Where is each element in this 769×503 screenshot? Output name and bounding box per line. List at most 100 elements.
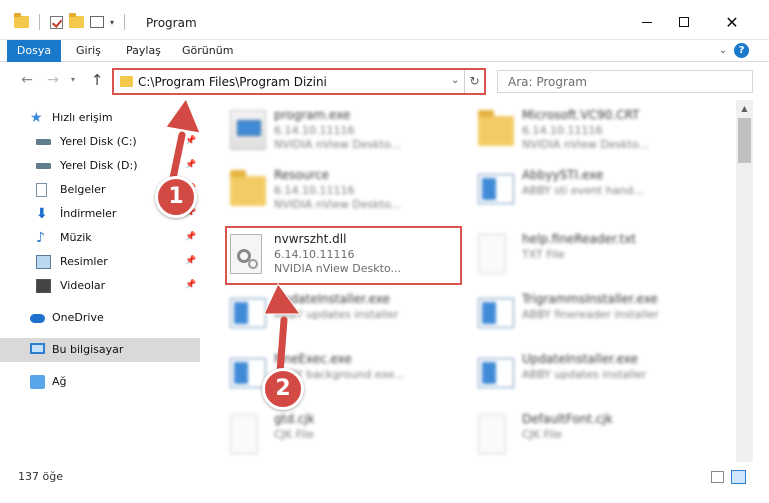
file-detail: ABBY finereader installer xyxy=(522,308,659,321)
sidebar-item-network[interactable]: Ağ xyxy=(0,370,200,394)
title-bar: ▾ Program ✕ xyxy=(0,0,769,40)
file-icon xyxy=(230,414,258,454)
up-button[interactable]: ↑ xyxy=(88,70,106,90)
computer-icon xyxy=(30,343,45,354)
file-detail: 6.14.10.11116 xyxy=(274,184,355,197)
search-placeholder: Ara: Program xyxy=(508,75,587,89)
scroll-thumb[interactable] xyxy=(738,118,751,163)
sidebar-item-label: Hızlı erişim xyxy=(52,111,113,124)
status-bar: 137 öğe xyxy=(0,466,769,488)
pin-icon[interactable]: 📌 xyxy=(185,232,196,242)
sidebar-item-label: Resimler xyxy=(60,255,108,268)
file-detail: CJK File xyxy=(274,428,315,441)
tab-view[interactable]: Görünüm xyxy=(172,40,243,62)
documents-icon xyxy=(36,183,47,197)
file-item[interactable]: UpdateInstaller.exe ABBY updates install… xyxy=(222,284,462,340)
scroll-up-icon[interactable]: ▲ xyxy=(736,100,753,117)
sidebar-item-label: Belgeler xyxy=(60,183,106,196)
file-item[interactable]: AbbyySTI.exe ABBY sti event hand... xyxy=(470,160,710,216)
file-name: program.exe xyxy=(274,108,351,122)
window-title: Program xyxy=(146,16,197,30)
file-detail: 6.14.10.11116 xyxy=(522,124,603,137)
file-item[interactable]: DefaultFont.cjk CJK File xyxy=(470,404,710,460)
navigation-bar: ← → ▾ ↑ C:\Program Files\Program Dizini … xyxy=(0,62,769,100)
search-input[interactable]: Ara: Program xyxy=(497,70,753,93)
app-window-icon xyxy=(478,358,514,388)
file-item[interactable]: help.fineReader.txt TXT File xyxy=(470,224,710,280)
music-icon: ♪ xyxy=(36,230,45,246)
file-detail: NVIDIA nView Deskto... xyxy=(522,138,649,151)
properties-icon[interactable] xyxy=(90,16,104,28)
annotation-step-2-badge: 2 xyxy=(262,368,304,410)
pin-icon[interactable]: 📌 xyxy=(185,256,196,266)
sidebar-item-label: Bu bilgisayar xyxy=(52,343,124,356)
file-item[interactable]: TrigrammsInstaller.exe ABBY finereader i… xyxy=(470,284,710,340)
sidebar-item-label: Yerel Disk (C:) xyxy=(60,135,137,148)
vertical-scrollbar[interactable]: ▲ xyxy=(736,100,753,462)
file-detail: TXT File xyxy=(522,248,565,261)
folder-icon xyxy=(230,170,266,206)
sidebar-item-label: Yerel Disk (D:) xyxy=(60,159,138,172)
sidebar-item-label: OneDrive xyxy=(52,311,104,324)
maximize-button[interactable] xyxy=(670,10,698,34)
folder-icon xyxy=(478,110,514,146)
file-item[interactable]: gtd.cjk CJK File xyxy=(222,404,462,460)
file-name: UpdateInstaller.exe xyxy=(522,352,638,366)
tab-file[interactable]: Dosya xyxy=(7,40,61,62)
address-path[interactable]: C:\Program Files\Program Dizini xyxy=(138,75,327,89)
sidebar-item-label: İndirmeler xyxy=(60,207,117,220)
sidebar-item-label: Videolar xyxy=(60,279,106,292)
drive-icon xyxy=(36,163,51,169)
folder-icon[interactable] xyxy=(14,13,29,28)
sidebar-item-videos[interactable]: Videolar 📌 xyxy=(0,274,200,298)
file-item[interactable]: UpdateInstaller.exe ABBY updates install… xyxy=(470,344,710,400)
sidebar-item-this-pc[interactable]: Bu bilgisayar xyxy=(0,338,200,362)
tab-home[interactable]: Giriş xyxy=(66,40,111,62)
folder-icon xyxy=(120,76,133,87)
quick-access-toolbar: ▾ xyxy=(14,13,129,30)
details-view-icon[interactable] xyxy=(711,471,724,483)
toolbar-divider xyxy=(124,14,126,30)
file-item[interactable]: program.exe 6.14.10.11116 NVIDIA nView D… xyxy=(222,100,462,156)
address-dropdown-icon[interactable]: ⌄ xyxy=(451,75,459,86)
address-bar[interactable]: C:\Program Files\Program Dizini ⌄ ↻ xyxy=(112,68,486,95)
downloads-icon: ⬇ xyxy=(36,206,48,222)
file-name: AbbyySTI.exe xyxy=(522,168,604,182)
minimize-button[interactable] xyxy=(633,10,661,34)
app-window-icon xyxy=(478,174,514,204)
new-folder-icon[interactable] xyxy=(69,13,84,28)
annotation-step-1-badge: 1 xyxy=(155,176,197,218)
ribbon-tabs: Dosya Giriş Paylaş Görünüm ⌄ ? xyxy=(0,40,769,62)
exe-icon xyxy=(230,110,266,150)
back-button[interactable]: ← xyxy=(18,70,36,90)
recent-locations-button[interactable]: ▾ xyxy=(64,70,82,90)
customize-toolbar-caret-icon[interactable]: ▾ xyxy=(110,18,114,27)
star-icon: ★ xyxy=(30,110,43,126)
close-button[interactable]: ✕ xyxy=(718,10,746,34)
file-name: Microsoft.VC90.CRT xyxy=(522,108,640,122)
file-detail: NVIDIA nView Deskto... xyxy=(274,198,401,211)
file-item[interactable]: Microsoft.VC90.CRT 6.14.10.11116 NVIDIA … xyxy=(470,100,710,156)
tiles-view-icon[interactable] xyxy=(731,470,746,484)
tab-share[interactable]: Paylaş xyxy=(116,40,171,62)
cloud-icon xyxy=(30,314,45,323)
properties-check-icon[interactable] xyxy=(50,15,63,29)
refresh-button[interactable]: ↻ xyxy=(464,70,484,93)
sidebar-item-music[interactable]: ♪ Müzik 📌 xyxy=(0,226,200,250)
network-icon xyxy=(30,375,45,389)
expand-ribbon-chevron-icon[interactable]: ⌄ xyxy=(717,44,729,56)
forward-button[interactable]: → xyxy=(44,70,62,90)
help-icon[interactable]: ? xyxy=(734,43,749,58)
file-detail: NVIDIA nView Deskto... xyxy=(274,138,401,151)
pin-icon[interactable]: 📌 xyxy=(185,280,196,290)
sidebar-item-onedrive[interactable]: OneDrive xyxy=(0,306,200,330)
annotation-arrow-up-icon xyxy=(263,283,301,376)
videos-icon xyxy=(36,279,51,293)
file-item[interactable]: FineExec.exe ABBY background exe... xyxy=(222,344,462,400)
item-count: 137 öğe xyxy=(18,470,63,483)
file-detail: CJK File xyxy=(522,428,563,441)
file-name: help.fineReader.txt xyxy=(522,232,636,246)
sidebar-item-pictures[interactable]: Resimler 📌 xyxy=(0,250,200,274)
file-name: TrigrammsInstaller.exe xyxy=(522,292,658,306)
file-item[interactable]: Resource 6.14.10.11116 NVIDIA nView Desk… xyxy=(222,160,462,216)
